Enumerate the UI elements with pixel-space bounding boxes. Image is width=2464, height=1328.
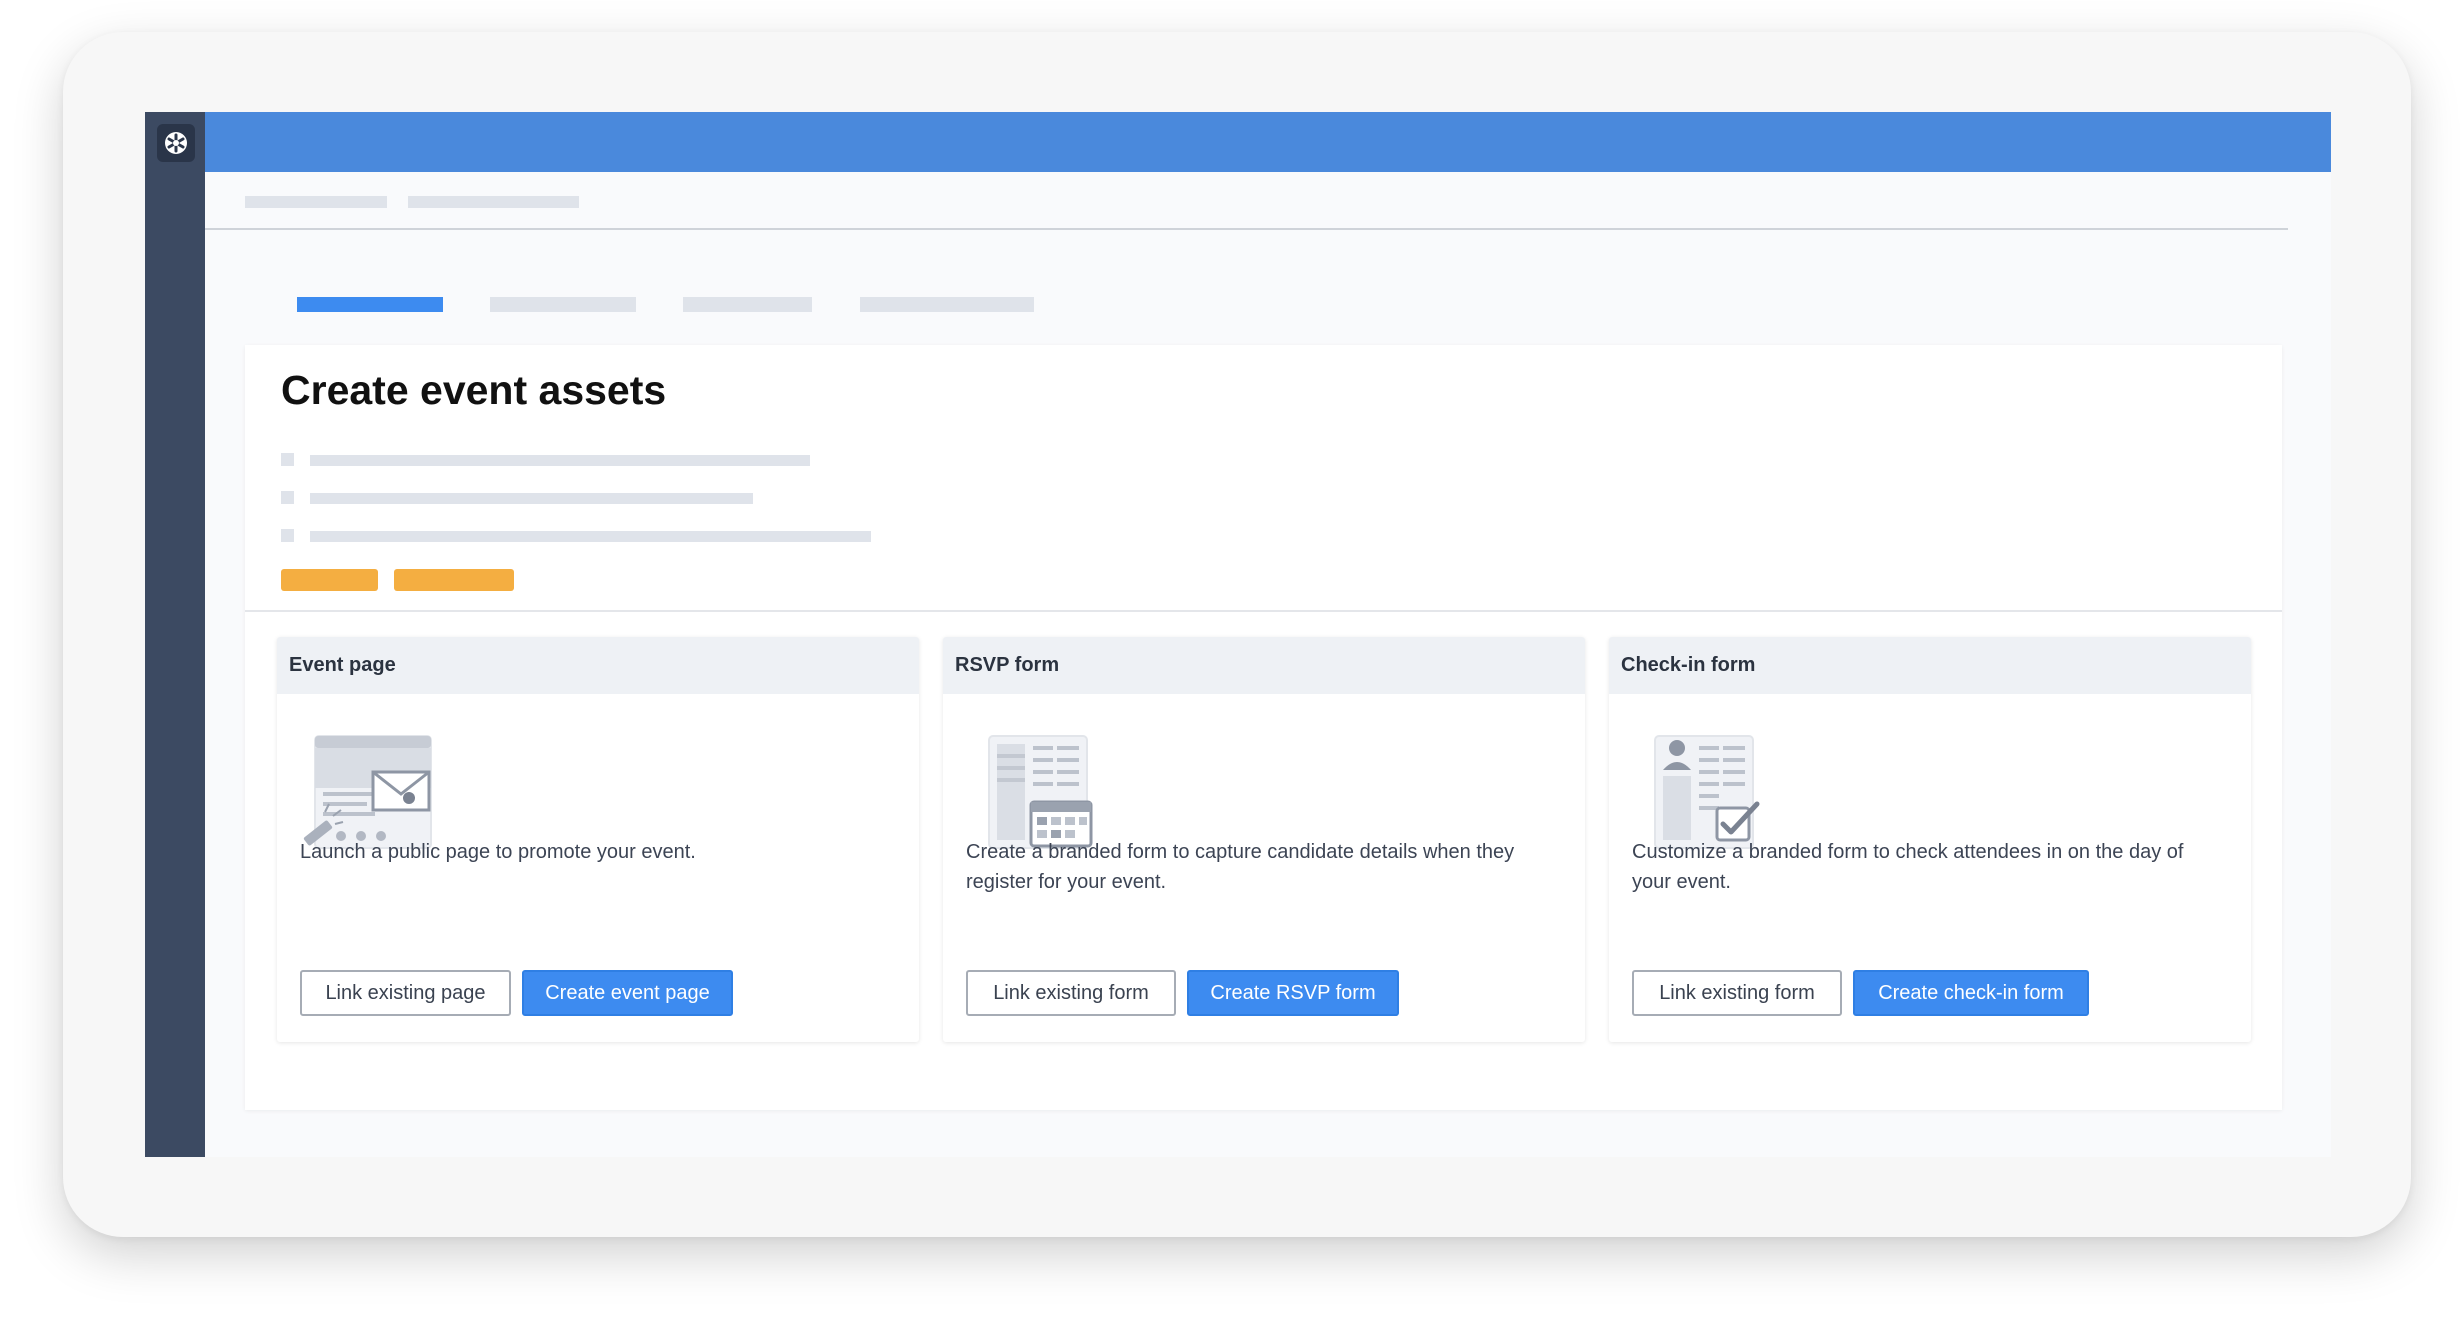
sidebar: [145, 112, 205, 1157]
panel-title: RSVP form: [943, 637, 1585, 694]
asterisk-logo-icon: [165, 132, 187, 154]
panel-title: Check-in form: [1609, 637, 2251, 694]
bullet-marker: [281, 529, 294, 542]
top-navigation-bar: [205, 112, 2331, 172]
panel-description: Customize a branded form to check attend…: [1632, 841, 2184, 893]
link-existing-form-button[interactable]: Link existing form: [1632, 970, 1842, 1016]
panel-description: Launch a public page to promote your eve…: [300, 841, 696, 863]
text-line-placeholder: [310, 455, 810, 466]
link-existing-page-button[interactable]: Link existing page: [300, 970, 511, 1016]
page-title: Create event assets: [281, 367, 667, 413]
event-page-panel: Event page Launch a public page to promo…: [277, 637, 919, 1042]
create-event-page-button[interactable]: Create event page: [522, 970, 733, 1016]
tab-placeholder[interactable]: [860, 297, 1034, 312]
header-divider: [205, 228, 2288, 230]
tab-active[interactable]: [297, 297, 443, 312]
check-in-form-panel: Check-in form Customize a branded form t…: [1609, 637, 2251, 1042]
breadcrumb-item-placeholder[interactable]: [408, 196, 579, 208]
create-check-in-form-button[interactable]: Create check-in form: [1853, 970, 2089, 1016]
app-logo[interactable]: [157, 124, 195, 162]
action-pill-placeholder[interactable]: [394, 569, 514, 591]
panel-description: Create a branded form to capture candida…: [966, 841, 1515, 893]
bullet-marker: [281, 453, 294, 466]
tab-placeholder[interactable]: [683, 297, 812, 312]
create-rsvp-form-button[interactable]: Create RSVP form: [1187, 970, 1399, 1016]
tab-placeholder[interactable]: [490, 297, 636, 312]
link-existing-form-button[interactable]: Link existing form: [966, 970, 1176, 1016]
action-pill-placeholder[interactable]: [281, 569, 378, 591]
main-card: Create event assets Event page Launch a …: [245, 345, 2282, 1110]
app-window: Create event assets Event page Launch a …: [145, 112, 2331, 1157]
rsvp-form-illustration-icon: [988, 735, 1093, 849]
bullet-marker: [281, 491, 294, 504]
card-divider: [245, 610, 2282, 612]
text-line-placeholder: [310, 531, 871, 542]
rsvp-form-panel: RSVP form Create a branded form to captu…: [943, 637, 1585, 1042]
event-page-illustration-icon: [303, 735, 432, 849]
text-line-placeholder: [310, 493, 753, 504]
breadcrumb-item-placeholder[interactable]: [245, 196, 387, 208]
check-in-form-illustration-icon: [1654, 735, 1760, 849]
panel-title: Event page: [277, 637, 919, 694]
